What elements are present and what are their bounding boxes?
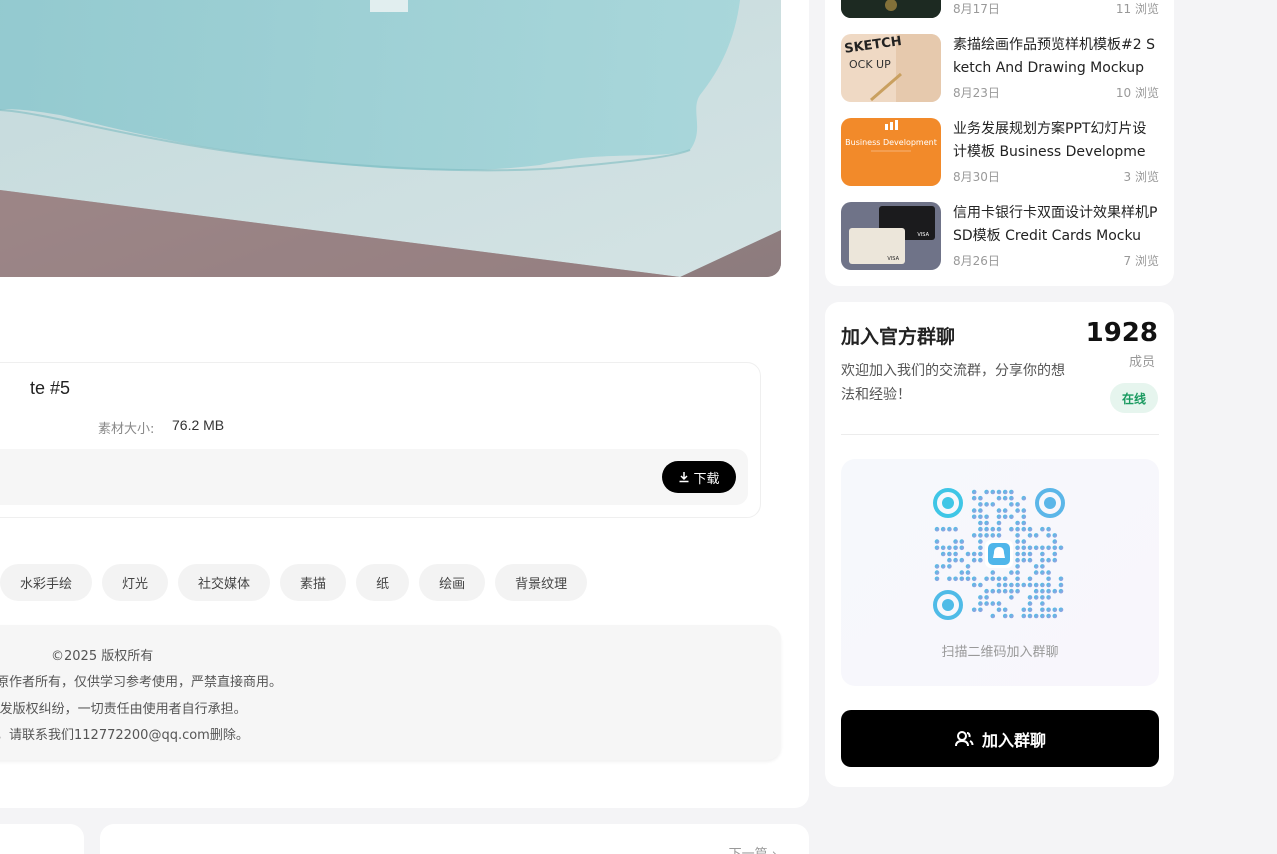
divider	[841, 434, 1159, 435]
join-group-label: 加入群聊	[981, 730, 1046, 750]
list-item[interactable]: 8月17日 11 浏览	[841, 0, 1159, 18]
svg-text:VISA: VISA	[887, 256, 899, 262]
hero-image	[0, 0, 781, 277]
list-item[interactable]: Business Development 业务发展规划方案PPT幻灯片设计模板 …	[841, 118, 1159, 186]
post-thumbnail: SKETCH OCK UP	[841, 34, 941, 102]
download-icon	[679, 472, 689, 483]
post-date: 8月30日	[953, 170, 1000, 184]
list-item[interactable]: SKETCH OCK UP 素描绘画作品预览样机模板#2 Sketch And …	[841, 34, 1159, 102]
copyright-line: 原作者所有，仅供学习参考使用，严禁直接商用。	[0, 675, 283, 690]
member-label: 成员	[1128, 355, 1155, 370]
svg-text:OCK UP: OCK UP	[849, 58, 891, 71]
tag-item[interactable]: 素描	[280, 564, 347, 601]
download-bar	[0, 449, 748, 505]
list-item[interactable]: VISA VISA 信用卡银行卡双面设计效果样机PSD模板 Credit Car…	[841, 202, 1159, 270]
post-thumbnail: VISA VISA	[841, 202, 941, 270]
post-views: 3 浏览	[1123, 170, 1159, 184]
qr-caption: 扫描二维码加入群聊	[941, 645, 1059, 660]
tag-item[interactable]: 背景纹理	[495, 564, 588, 601]
tag-item[interactable]: 水彩手绘	[0, 564, 93, 601]
resource-title: te #5	[30, 378, 71, 398]
tag-item[interactable]: 灯光	[102, 564, 169, 601]
tag-item[interactable]: 纸	[356, 564, 410, 601]
svg-text:VISA: VISA	[917, 232, 929, 238]
group-title: 加入官方群聊	[841, 326, 956, 348]
tag-item[interactable]: 社交媒体	[178, 564, 271, 601]
post-date: 8月26日	[953, 254, 1000, 268]
post-date: 8月23日	[953, 86, 1000, 100]
post-title[interactable]: 素描绘画作品预览样机模板#2 Sketch And Drawing Mockup…	[953, 34, 1159, 80]
qr-code	[933, 488, 1065, 620]
post-title[interactable]: 业务发展规划方案PPT幻灯片设计模板 Business Developmen..…	[953, 118, 1159, 164]
prev-post-card[interactable]	[0, 824, 84, 854]
next-post-link[interactable]: 下一篇 ›	[729, 843, 777, 854]
member-count: 1928	[1085, 318, 1158, 348]
post-views: 7 浏览	[1123, 254, 1159, 268]
post-title[interactable]: 信用卡银行卡双面设计效果样机PSD模板 Credit Cards Mockup.…	[953, 202, 1159, 248]
size-value: 76.2 MB	[172, 417, 225, 433]
download-label: 下载	[693, 471, 720, 487]
copyright-line: l发版权纠纷，一切责任由使用者自行承担。	[0, 702, 247, 717]
status-badge: 在线	[1110, 383, 1158, 413]
group-description: 欢迎加入我们的交流群，分享你的想法和经验！	[841, 363, 1065, 403]
join-group-button[interactable]: 加入群聊	[841, 710, 1159, 767]
next-post-card[interactable]: 下一篇 ›	[100, 824, 809, 854]
tag-list: 水彩手绘 灯光 社交媒体 素描 纸 绘画 背景纹理	[0, 564, 588, 601]
post-views: 10 浏览	[1115, 86, 1159, 100]
post-thumbnail	[841, 0, 941, 18]
size-label: 素材大小:	[98, 422, 155, 437]
post-date: 8月17日	[953, 2, 1000, 16]
download-button[interactable]: 下载	[662, 461, 736, 493]
user-group-icon	[954, 730, 974, 746]
join-group-card: 加入官方群聊 欢迎加入我们的交流群，分享你的想法和经验！ 1928 成员 在线	[825, 302, 1174, 787]
tag-item[interactable]: 绘画	[419, 564, 486, 601]
post-views: 11 浏览	[1115, 2, 1159, 16]
related-posts-card: 8月17日 11 浏览 SKETCH OCK UP 素描绘画作品预览样机模板#2…	[825, 0, 1174, 286]
svg-text:Business Development: Business Development	[845, 138, 937, 147]
post-thumbnail: Business Development	[841, 118, 941, 186]
qr-panel: 扫描二维码加入群聊	[841, 459, 1159, 686]
copyright-line: ©2025 版权所有	[51, 649, 154, 664]
copyright-line: ，请联系我们112772200@qq.com删除。	[0, 728, 249, 743]
